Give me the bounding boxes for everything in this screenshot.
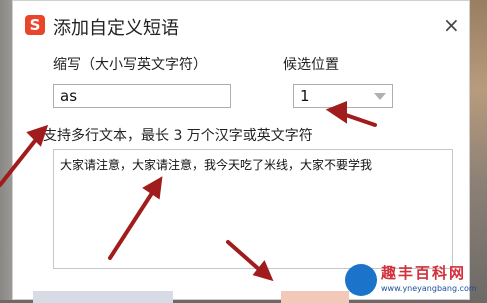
content-hint-label: 支持多行文本，最长 3 万个汉字或英文字符: [43, 128, 313, 144]
watermark-brand: 趣丰百科网: [381, 264, 467, 282]
confirm-button[interactable]: [33, 291, 173, 303]
candidate-position-select[interactable]: 1: [293, 84, 393, 108]
phrase-content-textarea[interactable]: 大家请注意，大家请注意，我今天吃了米线，大家不要学我: [53, 149, 453, 269]
watermark-logo-icon: [345, 264, 377, 296]
abbreviation-input[interactable]: [53, 84, 231, 108]
close-icon[interactable]: ×: [443, 13, 460, 37]
abbreviation-label: 缩写（大小写英文字符）: [53, 57, 207, 73]
site-watermark: 趣丰百科网 www.yneyangbang.com: [345, 262, 487, 300]
dialog-title: 添加自定义短语: [53, 18, 179, 39]
watermark-url: www.yneyangbang.com: [381, 284, 477, 293]
cancel-button[interactable]: [281, 291, 349, 303]
chevron-down-icon: [374, 93, 386, 100]
title-bar: S 添加自定义短语 ×: [13, 1, 469, 43]
candidate-position-label: 候选位置: [283, 57, 339, 73]
sogou-logo-icon: S: [25, 15, 45, 35]
candidate-position-value: 1: [300, 87, 310, 105]
add-custom-phrase-dialog: S 添加自定义短语 × 缩写（大小写英文字符） 候选位置 1 支持多行文本，最长…: [12, 0, 470, 303]
